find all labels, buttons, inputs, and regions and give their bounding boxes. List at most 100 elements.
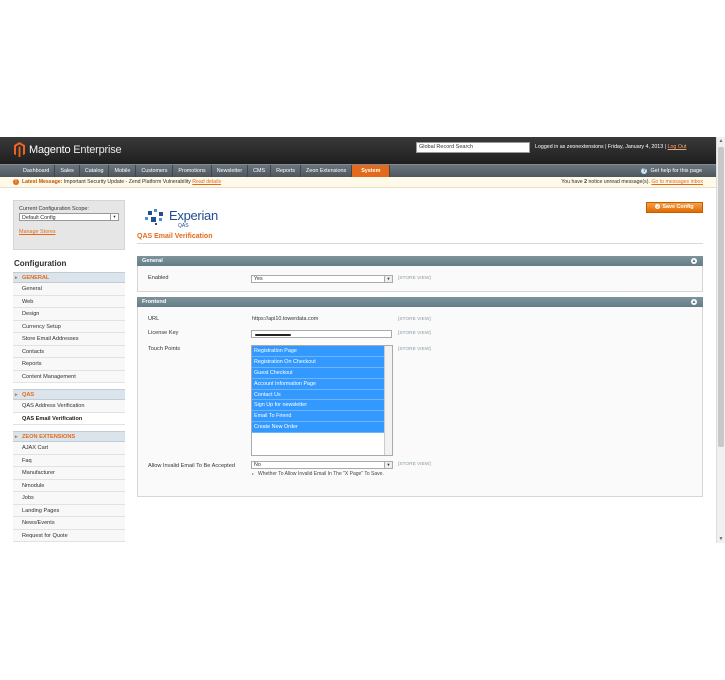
title-divider xyxy=(137,243,703,244)
notice-count: 2 xyxy=(584,179,588,185)
nav-zeon-extensions[interactable]: Zeon Extensions xyxy=(301,165,353,177)
section-frontend-title: Frontend xyxy=(142,299,167,305)
nav-system[interactable]: System xyxy=(352,165,391,177)
user-info-text: Logged in as zeonextensions | Friday, Ja… xyxy=(535,144,667,150)
url-label: URL xyxy=(148,316,160,322)
magento-logo[interactable]: Magento Enterprise xyxy=(14,142,122,157)
main-nav: Dashboard Sales Catalog Mobile Customers… xyxy=(0,164,716,177)
group-zeon-extensions[interactable]: ZEON EXTENSIONS xyxy=(13,431,125,442)
chevron-down-icon: ▼ xyxy=(384,462,392,468)
nav-cms[interactable]: CMS xyxy=(248,165,272,177)
sidebar-item-faq[interactable]: Faq xyxy=(13,454,125,467)
sidebar-item-request-for-quote[interactable]: Request for Quote xyxy=(13,529,125,542)
nav-reports[interactable]: Reports xyxy=(271,165,302,177)
sidebar-item-landing-pages[interactable]: Landing Pages xyxy=(13,504,125,517)
save-icon: ✓ xyxy=(655,204,661,210)
manage-stores-link[interactable]: Manage Stores xyxy=(19,229,119,235)
nav-promotions[interactable]: Promotions xyxy=(173,165,212,177)
touch-points-multiselect[interactable]: Registration Page Registration On Checko… xyxy=(251,345,393,456)
touch-option-create-new-order[interactable]: Create New Order xyxy=(252,422,384,434)
help-link[interactable]: ? Get help for this page xyxy=(641,165,702,177)
license-key-input[interactable] xyxy=(251,330,392,338)
sidebar-item-manufacturer[interactable]: Manufacturer xyxy=(13,467,125,480)
notice-count-suffix: notice unread message(s). xyxy=(588,179,650,185)
experian-wordmark: Experian xyxy=(169,208,218,223)
page-scrollbar[interactable]: ▲ ▼ xyxy=(716,137,725,543)
sidebar-item-nmodule[interactable]: Nmodule xyxy=(13,479,125,492)
admin-header: Magento Enterprise Global Record Search … xyxy=(0,137,716,164)
nav-mobile[interactable]: Mobile xyxy=(109,165,137,177)
allow-invalid-select[interactable]: No ▼ xyxy=(251,461,393,469)
scope-label: Current Configuration Scope: xyxy=(19,206,89,212)
nav-catalog[interactable]: Catalog xyxy=(80,165,110,177)
scope-select[interactable]: Default Config ▼ xyxy=(19,213,119,221)
masked-key xyxy=(255,334,291,336)
experian-qas: QAS xyxy=(178,223,189,229)
section-general-title: General xyxy=(142,258,163,264)
sidebar-item-general[interactable]: General xyxy=(13,283,125,296)
configuration-title: Configuration xyxy=(14,259,67,268)
read-details-link[interactable]: Read details xyxy=(192,179,221,185)
brand-suffix: Enterprise xyxy=(73,143,122,156)
save-config-button[interactable]: ✓ Save Config xyxy=(646,202,703,213)
multiselect-scrollbar[interactable] xyxy=(384,346,392,455)
scope-select-value: Default Config xyxy=(22,215,56,221)
collapse-icon[interactable]: ▲ xyxy=(691,258,697,264)
scope-switcher: Current Configuration Scope: Default Con… xyxy=(13,200,125,250)
experian-logo: Experian QAS xyxy=(145,206,255,229)
sidebar-item-web[interactable]: Web xyxy=(13,295,125,308)
admin-screenshot: Magento Enterprise Global Record Search … xyxy=(0,137,716,543)
sidebar-item-qas-address-verification[interactable]: QAS Address Verification xyxy=(13,400,125,413)
save-config-label: Save Config xyxy=(662,204,694,210)
sidebar-item-jobs[interactable]: Jobs xyxy=(13,492,125,505)
touch-option-email-to-friend[interactable]: Email To Friend xyxy=(252,411,384,423)
sidebar-item-store-email-addresses[interactable]: Store Email Addresses xyxy=(13,333,125,346)
touch-option-registration-page[interactable]: Registration Page xyxy=(252,346,384,357)
chevron-down-icon: ▼ xyxy=(110,214,118,220)
touch-option-sign-up-newsletter[interactable]: Sign Up for newsletter xyxy=(252,400,384,412)
license-key-label: License Key xyxy=(148,330,179,336)
enabled-scope: [STORE VIEW] xyxy=(398,276,431,281)
group-general[interactable]: GENERAL xyxy=(13,272,125,283)
global-search-input[interactable]: Global Record Search xyxy=(416,142,530,153)
section-frontend-header[interactable]: Frontend ▲ xyxy=(137,297,703,307)
nav-customers[interactable]: Customers xyxy=(136,165,174,177)
scroll-up-icon[interactable]: ▲ xyxy=(718,138,724,144)
touch-points-label: Touch Points xyxy=(148,346,181,352)
touch-option-account-information-page[interactable]: Account Information Page xyxy=(252,378,384,390)
collapse-icon[interactable]: ▲ xyxy=(691,299,697,305)
messages-inbox-link[interactable]: Go to messages inbox xyxy=(651,179,703,185)
sidebar-item-contacts[interactable]: Contacts xyxy=(13,345,125,358)
config-sidebar: Current Configuration Scope: Default Con… xyxy=(13,200,125,542)
sidebar-item-news-events[interactable]: News/Events xyxy=(13,517,125,530)
section-general-header[interactable]: General ▲ xyxy=(137,256,703,266)
url-scope: [STORE VIEW] xyxy=(398,317,431,322)
user-info: Logged in as zeonextensions | Friday, Ja… xyxy=(535,144,686,150)
sidebar-item-content-management[interactable]: Content Management xyxy=(13,370,125,383)
group-qas[interactable]: QAS xyxy=(13,389,125,400)
nav-newsletter[interactable]: Newsletter xyxy=(212,165,249,177)
enabled-select[interactable]: Yes ▼ xyxy=(251,275,393,283)
nav-sales[interactable]: Sales xyxy=(55,165,80,177)
touch-option-guest-checkout[interactable]: Guest Checkout xyxy=(252,367,384,379)
scrollbar-thumb[interactable] xyxy=(718,147,724,447)
help-icon: ? xyxy=(641,168,648,174)
notice-text: Important Security Update - Zend Platfor… xyxy=(63,179,191,185)
enabled-label: Enabled xyxy=(148,275,169,281)
sidebar-item-qas-email-verification[interactable]: QAS Email Verification xyxy=(13,412,125,425)
nav-dashboard[interactable]: Dashboard xyxy=(18,165,56,177)
sidebar-item-reports[interactable]: Reports xyxy=(13,358,125,371)
sidebar-item-currency-setup[interactable]: Currency Setup xyxy=(13,320,125,333)
enabled-select-value: Yes xyxy=(254,276,263,282)
license-key-scope: [STORE VIEW] xyxy=(398,331,431,336)
allow-invalid-scope: [STORE VIEW] xyxy=(398,462,431,467)
scroll-down-icon[interactable]: ▼ xyxy=(718,536,724,542)
touch-points-scope: [STORE VIEW] xyxy=(398,347,431,352)
experian-dots-icon xyxy=(145,209,163,225)
touch-option-contact-us[interactable]: Contact Us xyxy=(252,389,384,401)
touch-option-registration-on-checkout[interactable]: Registration On Checkout xyxy=(252,356,384,368)
chevron-down-icon: ▼ xyxy=(384,276,392,282)
sidebar-item-design[interactable]: Design xyxy=(13,308,125,321)
logout-link[interactable]: Log Out xyxy=(668,144,687,150)
sidebar-item-ajax-cart[interactable]: AJAX Cart xyxy=(13,442,125,455)
